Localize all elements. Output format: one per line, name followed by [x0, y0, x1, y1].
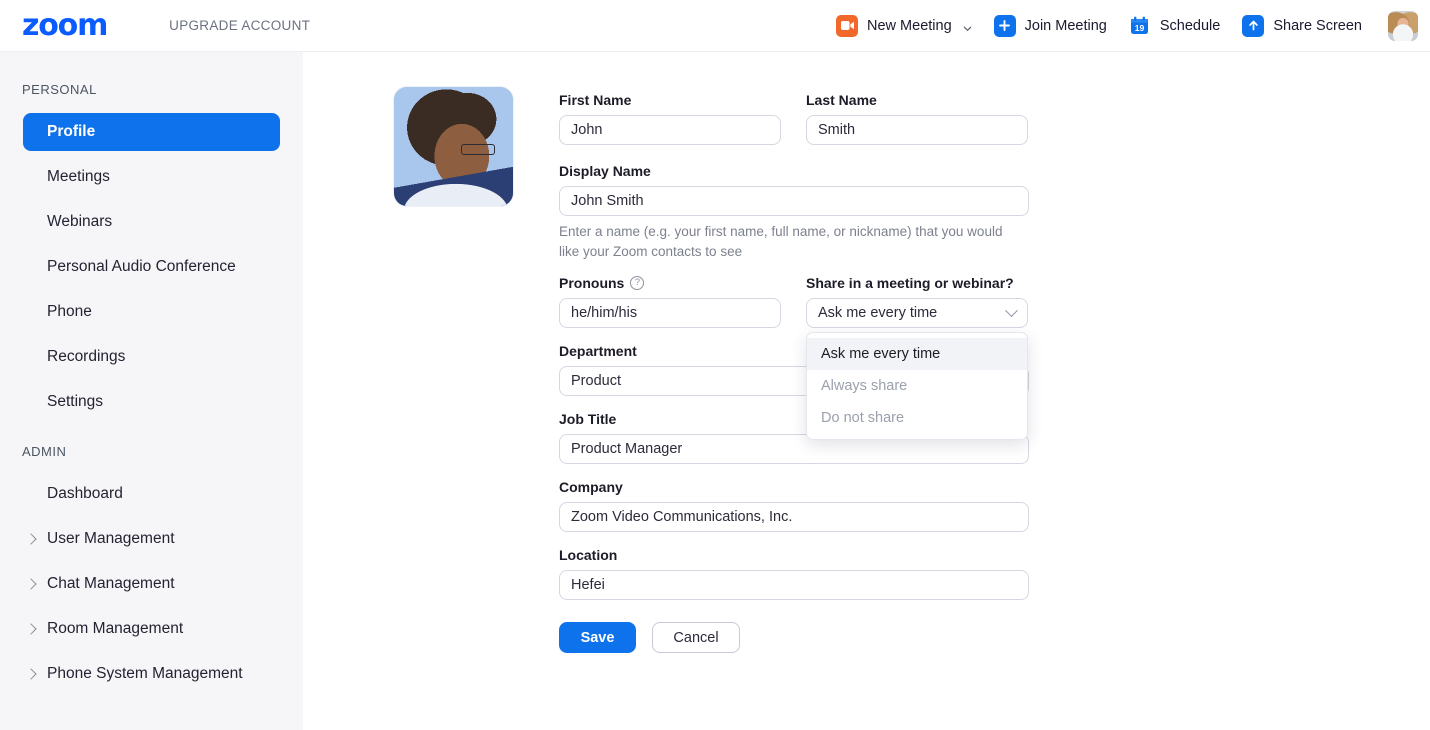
- first-name-group: First Name: [559, 92, 781, 145]
- share-setting-selected-value: Ask me every time: [818, 305, 938, 322]
- dropdown-option[interactable]: Ask me every time: [807, 338, 1027, 371]
- sidebar-item-dashboard[interactable]: Dashboard: [23, 475, 280, 513]
- sidebar-personal-list: Profile Meetings Webinars Personal Audio Co…: [0, 113, 303, 421]
- sidebar-item-label: Chat Management: [47, 575, 175, 592]
- pronouns-label-text: Pronouns: [559, 275, 625, 292]
- pronouns-group: Pronouns ?: [559, 275, 781, 329]
- sidebar-item-label: Phone System Management: [47, 665, 243, 682]
- sidebar-item-chat-management[interactable]: Chat Management: [23, 565, 280, 603]
- upgrade-account-link[interactable]: UPGRADE ACCOUNT: [169, 18, 310, 33]
- profile-avatar[interactable]: [393, 86, 514, 207]
- sidebar-item-settings[interactable]: Settings: [23, 383, 280, 421]
- sidebar-item-label: Dashboard: [47, 485, 123, 502]
- top-header: zoom UPGRADE ACCOUNT New Meeting Join Me…: [0, 0, 1430, 52]
- video-camera-icon: [836, 14, 859, 37]
- join-meeting-label: Join Meeting: [1024, 17, 1107, 34]
- pronouns-share-row: Pronouns ? Share in a meeting or webinar…: [559, 275, 1029, 441]
- chevron-down-icon[interactable]: [963, 21, 972, 32]
- chevron-right-icon[interactable]: [25, 668, 37, 680]
- sidebar-item-label: Settings: [47, 393, 104, 410]
- share-setting-dropdown[interactable]: Ask me every time Always share Do not shar…: [806, 332, 1028, 441]
- svg-text:19: 19: [1135, 23, 1145, 33]
- chevron-right-icon[interactable]: [25, 623, 37, 635]
- pronouns-label: Pronouns ?: [559, 275, 781, 291]
- form-actions: Save Cancel: [559, 622, 1029, 654]
- last-name-label: Last Name: [806, 92, 877, 108]
- sidebar-item-profile[interactable]: Profile: [23, 113, 280, 151]
- name-row: First Name Last Name: [559, 92, 1029, 145]
- share-screen-label: Share Screen: [1273, 17, 1362, 34]
- sidebar-item-label: Room Management: [47, 620, 184, 637]
- new-meeting-button[interactable]: New Meeting: [836, 14, 972, 37]
- sidebar-item-label: Profile: [47, 123, 96, 140]
- sidebar-item-label: Personal Audio Conference: [47, 258, 236, 275]
- glasses-detail: [460, 144, 495, 156]
- display-name-hint: Enter a name (e.g. your first name, full…: [559, 224, 1003, 259]
- first-name-label: First Name: [559, 92, 632, 108]
- sidebar-item-room-management[interactable]: Room Management: [23, 610, 280, 648]
- chevron-right-icon[interactable]: [25, 578, 37, 590]
- sidebar: PERSONAL Profile Meetings Webinars Personal…: [0, 52, 303, 730]
- chevron-down-icon: [1005, 303, 1018, 317]
- company-label: Company: [559, 479, 623, 496]
- display-name-group: Display Name Enter a name (e.g. your fir…: [559, 163, 1029, 261]
- sidebar-item-label: Phone: [47, 303, 92, 320]
- account-avatar[interactable]: [1388, 10, 1418, 41]
- save-button[interactable]: Save: [559, 622, 636, 654]
- last-name-input[interactable]: [806, 115, 1028, 145]
- upload-arrow-icon: [1242, 14, 1265, 37]
- location-group: Location: [559, 547, 1029, 601]
- schedule-label: Schedule: [1159, 17, 1221, 34]
- share-setting-select-wrap: Ask me every time Ask me every time Alway…: [806, 298, 1028, 441]
- plus-icon: [993, 14, 1016, 37]
- main-content: First Name Last Name Display Name Enter …: [303, 52, 1430, 730]
- company-input[interactable]: [559, 502, 1029, 533]
- zoom-logo[interactable]: zoom: [22, 10, 108, 41]
- share-screen-button[interactable]: Share Screen: [1242, 14, 1362, 37]
- display-name-label: Display Name: [559, 163, 651, 179]
- sidebar-item-phone[interactable]: Phone: [23, 293, 280, 331]
- sidebar-item-label: Webinars: [47, 213, 113, 230]
- chevron-right-icon[interactable]: [25, 533, 37, 545]
- avatar-image: [1388, 10, 1418, 41]
- sidebar-item-label: User Management: [47, 530, 175, 547]
- profile-photo-image: [394, 87, 513, 206]
- dropdown-option[interactable]: Always share: [807, 370, 1027, 402]
- last-name-group: Last Name: [806, 92, 1028, 145]
- question-mark-icon[interactable]: ?: [630, 276, 645, 291]
- display-name-input[interactable]: [559, 186, 1029, 216]
- calendar-icon: 19: [1128, 14, 1151, 37]
- share-setting-select[interactable]: Ask me every time: [806, 298, 1028, 329]
- join-meeting-button[interactable]: Join Meeting: [993, 14, 1107, 37]
- sidebar-section-admin: ADMIN: [22, 444, 67, 459]
- profile-form: First Name Last Name Display Name Enter …: [559, 92, 1029, 654]
- sidebar-item-user-management[interactable]: User Management: [23, 520, 280, 558]
- sidebar-item-label: Meetings: [47, 168, 110, 185]
- sidebar-item-phone-system-management[interactable]: Phone System Management: [23, 655, 280, 693]
- first-name-input[interactable]: [559, 115, 781, 145]
- sidebar-item-webinars[interactable]: Webinars: [23, 203, 280, 241]
- sidebar-item-meetings[interactable]: Meetings: [23, 158, 280, 196]
- sidebar-section-personal: PERSONAL: [22, 82, 97, 97]
- company-group: Company: [559, 479, 1029, 533]
- location-label: Location: [559, 547, 618, 564]
- new-meeting-label: New Meeting: [867, 17, 952, 34]
- share-setting-label: Share in a meeting or webinar?: [806, 275, 1014, 292]
- share-setting-group: Share in a meeting or webinar? Ask me ev…: [806, 275, 1028, 441]
- sidebar-item-label: Recordings: [47, 348, 126, 365]
- sidebar-item-recordings[interactable]: Recordings: [23, 338, 280, 376]
- pronouns-input[interactable]: [559, 298, 781, 329]
- sidebar-admin-list: Dashboard User Management Chat Management R…: [0, 475, 303, 693]
- location-input[interactable]: [559, 570, 1029, 601]
- cancel-button[interactable]: Cancel: [652, 622, 740, 654]
- sidebar-item-personal-audio-conference[interactable]: Personal Audio Conference: [23, 248, 280, 286]
- schedule-button[interactable]: 19 Schedule: [1128, 14, 1221, 37]
- header-actions: New Meeting Join Meeting 19 Schedule Sha…: [814, 10, 1430, 41]
- dropdown-option[interactable]: Do not share: [807, 402, 1027, 434]
